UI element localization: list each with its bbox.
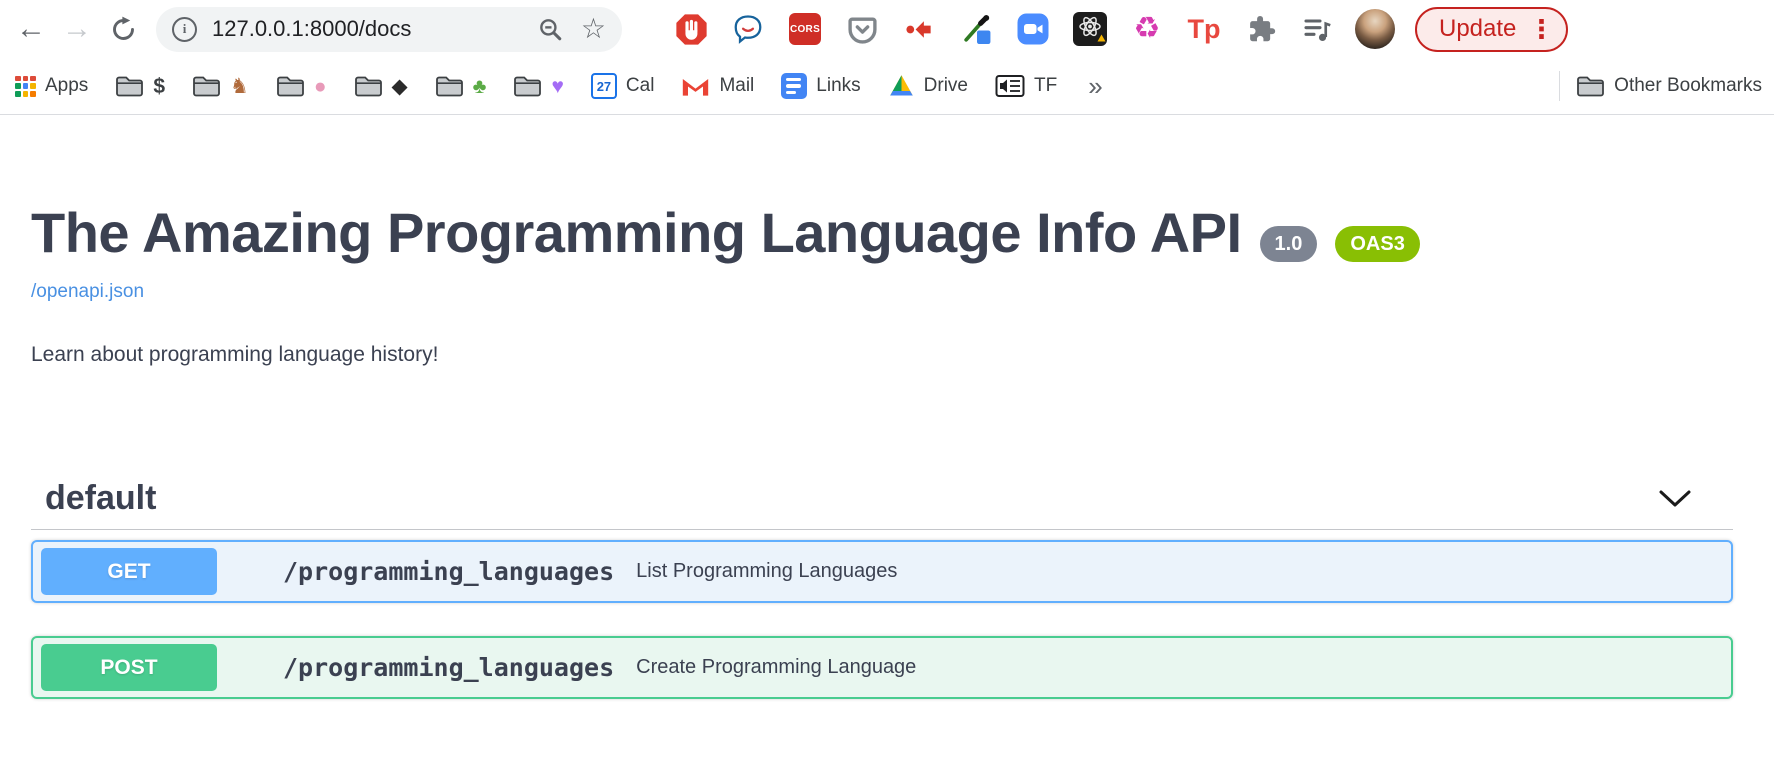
section-default: default GET /programming_languages List … <box>31 467 1733 699</box>
folder-icon <box>354 75 383 98</box>
bookmark-folder-carousel-horse[interactable]: ♞ <box>192 75 249 98</box>
cors-extension-icon[interactable]: CORS <box>788 12 822 46</box>
recycle-glyph: ♻ <box>1134 14 1161 44</box>
react-devtools-extension-icon[interactable] <box>1073 12 1107 46</box>
bookmark-folder-brain[interactable]: ● <box>276 75 327 98</box>
browser-toolbar: ← → i 127.0.0.1:8000/docs ☆ <box>0 0 1774 58</box>
herb-emoji: ♣ <box>473 76 487 97</box>
bookmark-folder-dollar[interactable]: $ <box>115 75 165 98</box>
media-playlist-icon[interactable] <box>1301 12 1335 46</box>
profile-avatar[interactable] <box>1355 9 1395 49</box>
links-doc-icon <box>781 73 807 99</box>
stop-hand-extension-icon[interactable] <box>674 12 708 46</box>
puzzle-extensions-icon[interactable] <box>1244 12 1278 46</box>
post-method-badge: POST <box>41 644 217 691</box>
bookmark-label: Cal <box>626 75 655 97</box>
bookmark-calendar[interactable]: 27 Cal <box>591 73 655 99</box>
bookmark-label: Drive <box>924 75 968 97</box>
bookmarks-overflow-chevron[interactable]: » <box>1088 71 1102 102</box>
bookmark-folder-graduation-cap[interactable]: ◆ <box>354 75 408 98</box>
version-badge: 1.0 <box>1260 226 1318 262</box>
site-info-icon[interactable]: i <box>172 17 197 42</box>
section-default-header[interactable]: default <box>31 467 1733 530</box>
update-label: Update <box>1439 15 1516 43</box>
other-bookmarks-label: Other Bookmarks <box>1614 75 1762 97</box>
carousel-horse-emoji: ♞ <box>230 76 249 97</box>
zoom-out-icon[interactable] <box>537 16 563 42</box>
apps-grid-icon <box>15 76 36 97</box>
purple-heart-emoji: ♥ <box>551 76 563 97</box>
google-drive-icon <box>888 74 915 99</box>
back-button[interactable]: ← <box>8 6 54 52</box>
red-share-extension-icon[interactable] <box>902 12 936 46</box>
reload-button[interactable] <box>100 6 146 52</box>
forward-button[interactable]: → <box>54 6 100 52</box>
operation-path: /programming_languages <box>283 557 614 586</box>
forward-arrow-icon: → <box>62 14 92 44</box>
tp-extension-label: Tp <box>1188 16 1221 43</box>
bookmark-folder-herb[interactable]: ♣ <box>435 75 487 98</box>
folder-icon <box>115 75 144 98</box>
bookmark-apps[interactable]: Apps <box>15 75 88 97</box>
chat-bubble-extension-icon[interactable] <box>731 12 765 46</box>
openapi-json-link[interactable]: /openapi.json <box>31 281 144 303</box>
operation-path: /programming_languages <box>283 653 614 682</box>
swagger-docs-page: The Amazing Programming Language Info AP… <box>0 115 1733 699</box>
cors-extension-label: CORS <box>789 13 821 45</box>
chevron-down-icon <box>1657 488 1693 509</box>
bookmark-label: Mail <box>719 75 754 97</box>
bookmark-star-icon[interactable]: ☆ <box>581 15 606 43</box>
api-info-header: The Amazing Programming Language Info AP… <box>31 201 1733 265</box>
get-method-badge: GET <box>41 548 217 595</box>
api-description: Learn about programming language history… <box>31 343 1733 367</box>
url-text[interactable]: 127.0.0.1:8000/docs <box>212 16 411 42</box>
extensions-area: CORS ♻ Tp <box>674 12 1335 46</box>
reload-icon <box>110 16 137 43</box>
folder-icon <box>276 75 305 98</box>
bookmark-folder-purple-heart[interactable]: ♥ <box>513 75 563 98</box>
back-arrow-icon: ← <box>16 14 46 44</box>
operation-get-programming-languages[interactable]: GET /programming_languages List Programm… <box>31 540 1733 603</box>
zoom-video-extension-icon[interactable] <box>1016 12 1050 46</box>
graduation-cap-emoji: ◆ <box>392 76 408 97</box>
folder-icon <box>435 75 464 98</box>
dollar-emoji: $ <box>153 76 165 97</box>
tp-extension-icon[interactable]: Tp <box>1187 12 1221 46</box>
bookmark-drive[interactable]: Drive <box>888 74 968 99</box>
bookmark-label: Links <box>816 75 860 97</box>
gmail-icon <box>681 75 710 98</box>
pink-recycle-extension-icon[interactable]: ♻ <box>1130 12 1164 46</box>
folder-icon <box>513 75 542 98</box>
bookmark-gmail[interactable]: Mail <box>681 75 754 98</box>
address-bar[interactable]: i 127.0.0.1:8000/docs ☆ <box>156 7 622 52</box>
api-title: The Amazing Programming Language Info AP… <box>31 201 1242 265</box>
browser-chrome: ← → i 127.0.0.1:8000/docs ☆ <box>0 0 1774 115</box>
bookmark-tf[interactable]: TF <box>995 73 1057 99</box>
folder-icon <box>192 75 221 98</box>
oas3-badge: OAS3 <box>1335 226 1419 262</box>
bookmark-label: TF <box>1034 75 1057 97</box>
operation-post-programming-languages[interactable]: POST /programming_languages Create Progr… <box>31 636 1733 699</box>
operation-summary: List Programming Languages <box>636 560 897 583</box>
browser-menu-icon[interactable]: ⋮ <box>1528 16 1554 42</box>
eyedropper-extension-icon[interactable] <box>959 12 993 46</box>
brain-emoji: ● <box>314 76 327 97</box>
bookmark-links[interactable]: Links <box>781 73 860 99</box>
other-bookmarks[interactable]: Other Bookmarks <box>1576 75 1762 98</box>
tf-card-icon <box>995 73 1025 99</box>
section-title: default <box>45 479 156 518</box>
bookmarks-bar: Apps $ ♞ ● ◆ ♣ ♥ 27 Cal <box>0 58 1774 115</box>
bookmark-label: Apps <box>45 75 88 97</box>
collapse-section-button[interactable] <box>1657 488 1693 509</box>
update-button[interactable]: Update ⋮ <box>1415 7 1568 52</box>
bookmarks-divider <box>1559 71 1560 101</box>
pocket-extension-icon[interactable] <box>845 12 879 46</box>
operation-summary: Create Programming Language <box>636 656 916 679</box>
google-calendar-icon: 27 <box>591 73 617 99</box>
folder-icon <box>1576 75 1605 98</box>
